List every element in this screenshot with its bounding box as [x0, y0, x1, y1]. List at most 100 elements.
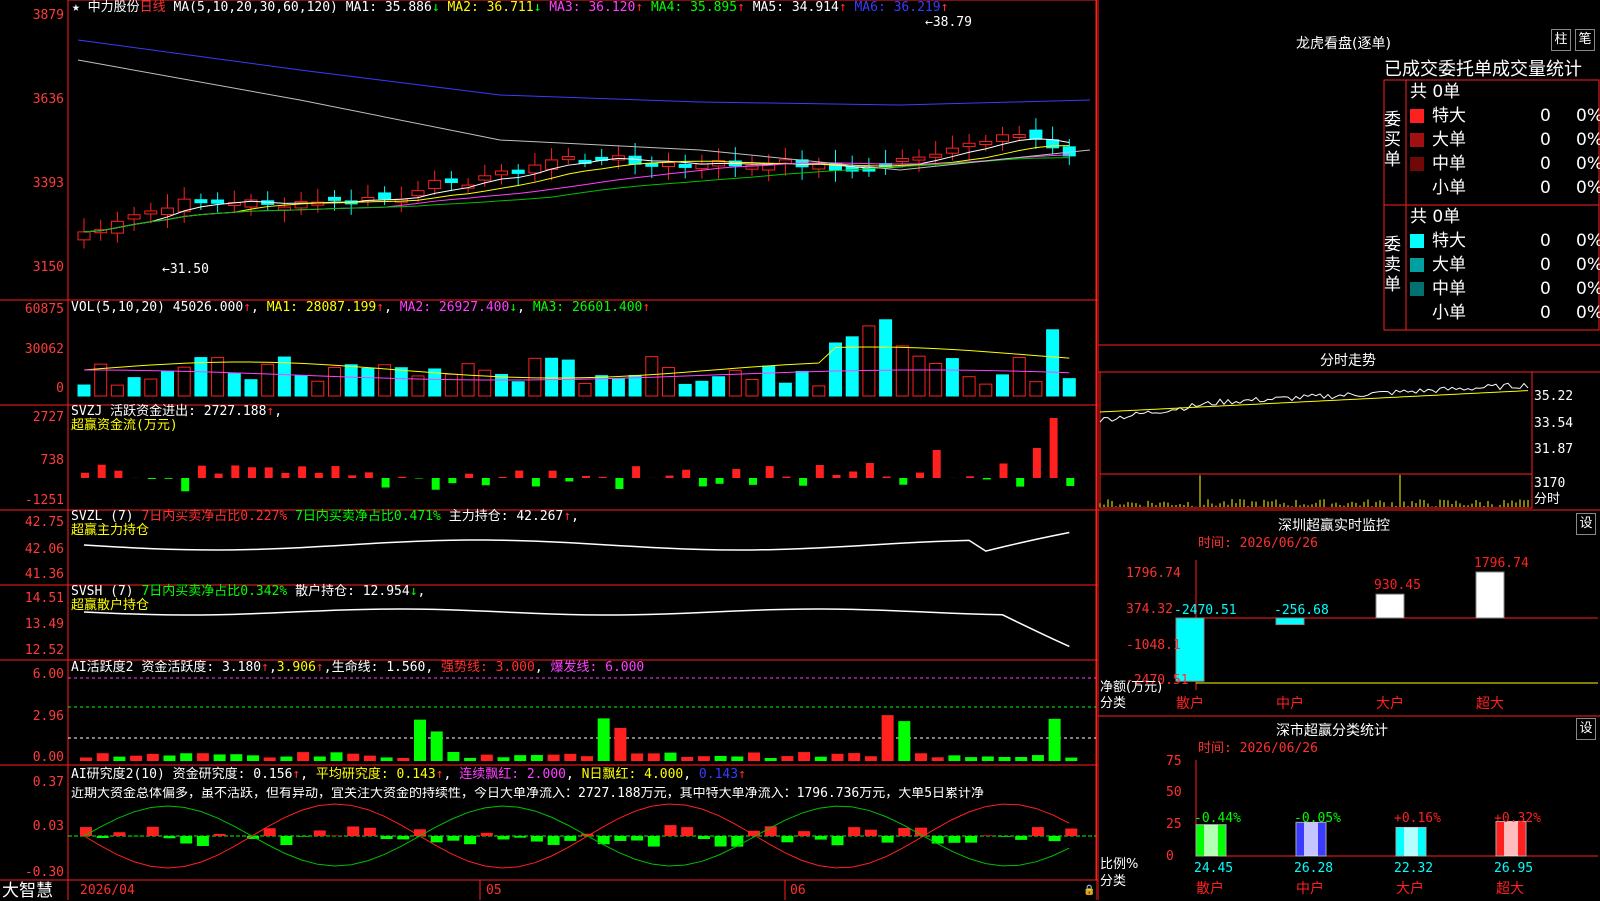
intraday-price-line: [1100, 383, 1528, 422]
candle-body: [329, 197, 341, 200]
volume-bar: [746, 380, 758, 396]
activity-bar: [97, 753, 109, 761]
activity-bar: [631, 753, 643, 761]
candle-body: [663, 163, 675, 167]
flow-bar: [615, 478, 623, 489]
volume-bar: [479, 370, 491, 396]
research-bar: [397, 836, 409, 839]
research-bar: [815, 836, 827, 840]
activity-bar: [214, 754, 226, 761]
order-stats-tabs[interactable]: 已成交委托单成交量统计: [1384, 55, 1582, 81]
class-category-label: 散户: [1196, 880, 1224, 897]
research-bar: [1015, 836, 1027, 840]
ma-params: MA(5,10,20,30,60,120): [174, 0, 338, 15]
tick-view-button[interactable]: 笔: [1575, 29, 1595, 51]
class-bar-highlight: [1404, 827, 1418, 856]
svsh-tick: 13.49: [0, 618, 64, 632]
period-label[interactable]: 日线: [140, 0, 166, 15]
volume-bar: [863, 326, 875, 396]
buy-row-xl: 特大00%: [1410, 104, 1600, 128]
activity-bar: [1065, 758, 1077, 761]
vol-header: VOL(5,10,20) 45026.000↑, MA1: 28087.199↑…: [71, 301, 650, 315]
monitor-tick: 1796.74: [1126, 567, 1181, 581]
research-bar: [948, 836, 960, 843]
class-ylabel: 比例%: [1100, 858, 1138, 872]
research-bar: [197, 836, 209, 846]
research-bar: [514, 836, 526, 838]
flow-bar: [682, 470, 690, 478]
volume-bar: [212, 358, 224, 396]
sell-row-m: 中单00%: [1410, 277, 1600, 301]
monitor-bar-label: 930.45: [1374, 578, 1421, 593]
activity-bar: [882, 715, 894, 761]
research-bar: [631, 836, 643, 841]
volume-bar: [813, 386, 825, 396]
volume-bar: [345, 365, 357, 396]
buy-group-label: 委买单: [1384, 110, 1404, 170]
sell-row-xl: 特大00%: [1410, 229, 1600, 253]
volume-bar: [295, 375, 307, 396]
monitor-ylabel: 净额(万元): [1100, 681, 1162, 695]
flow-bar: [298, 466, 306, 478]
activity-bar: [765, 758, 777, 761]
volume-bar: [162, 371, 174, 396]
ma-line: [78, 60, 1090, 170]
ma6-value: MA6: 36.219: [854, 0, 940, 15]
svzl-header: SVZL (7) 7日内买卖净占比0.227% 7日内买卖净占比0.471% 主…: [71, 510, 579, 524]
activity-bar: [464, 758, 476, 761]
volume-bar: [362, 368, 374, 396]
ma-line: [84, 158, 1069, 232]
star-icon[interactable]: ★: [72, 0, 80, 15]
flow-bar: [114, 471, 122, 478]
activity-bar: [347, 754, 359, 761]
research-bar: [715, 836, 727, 846]
lock-icon[interactable]: 🔒: [1083, 884, 1095, 898]
class-change-label: -0.05%: [1294, 811, 1341, 826]
candle-body: [1013, 135, 1025, 138]
volume-bar: [245, 380, 257, 396]
monitor-time: 时间: 2026/06/26: [1198, 537, 1318, 551]
flow-bar: [549, 471, 557, 478]
class-settings-button[interactable]: 设: [1576, 718, 1596, 740]
monitor-category-label: 超大: [1476, 696, 1504, 712]
flow-bar: [966, 476, 974, 478]
research-bar: [731, 836, 743, 847]
class-tick: 0: [1166, 850, 1174, 864]
candle-body: [78, 232, 90, 240]
column-view-button[interactable]: 柱: [1551, 29, 1571, 51]
main-chart-area[interactable]: ★ 中力股份日线 MA(5,10,20,30,60,120) MA1: 35.8…: [0, 0, 1098, 900]
class-xlabel: 分类: [1100, 875, 1126, 889]
monitor-title: 深圳超赢实时监控: [1278, 515, 1390, 535]
candle-body: [679, 164, 691, 167]
volume-bar: [78, 385, 90, 396]
research-bar: [898, 828, 910, 836]
chart-canvas[interactable]: [0, 0, 1098, 900]
activity-bar: [982, 756, 994, 761]
intraday-tick: 3170: [1534, 477, 1565, 491]
candle-body: [379, 193, 391, 199]
research-bar: [164, 836, 176, 838]
price-header: ★ 中力股份日线 MA(5,10,20,30,60,120) MA1: 35.8…: [72, 1, 948, 15]
monitor-settings-button[interactable]: 设: [1576, 513, 1596, 535]
volume-bar: [629, 375, 641, 396]
research-bar: [414, 829, 426, 836]
flow-bar: [816, 465, 824, 478]
holding-line: [84, 533, 1069, 552]
ai1-tick: 6.00: [0, 668, 64, 682]
volume-bar: [228, 374, 240, 396]
activity-bar: [331, 752, 343, 761]
flow-bar: [565, 478, 573, 481]
ai-activity-header: AI活跃度2 资金活跃度: 3.180↑,3.906↑,生命线: 1.560, …: [71, 661, 644, 675]
sell-orders-table: 共 0单 特大00% 大单00% 中单00% 小单00%: [1410, 205, 1600, 327]
activity-bar: [781, 756, 793, 761]
flow-bar: [281, 473, 289, 478]
class-category-label: 大户: [1396, 880, 1424, 897]
volume-bar: [980, 384, 992, 396]
research-bar: [364, 828, 376, 836]
class-value-label: 24.45: [1194, 861, 1233, 876]
activity-bar: [130, 756, 142, 761]
volume-bar: [763, 366, 775, 396]
activity-bar: [247, 755, 259, 761]
svsh-tick: 12.52: [0, 644, 64, 658]
research-bar: [832, 836, 844, 845]
